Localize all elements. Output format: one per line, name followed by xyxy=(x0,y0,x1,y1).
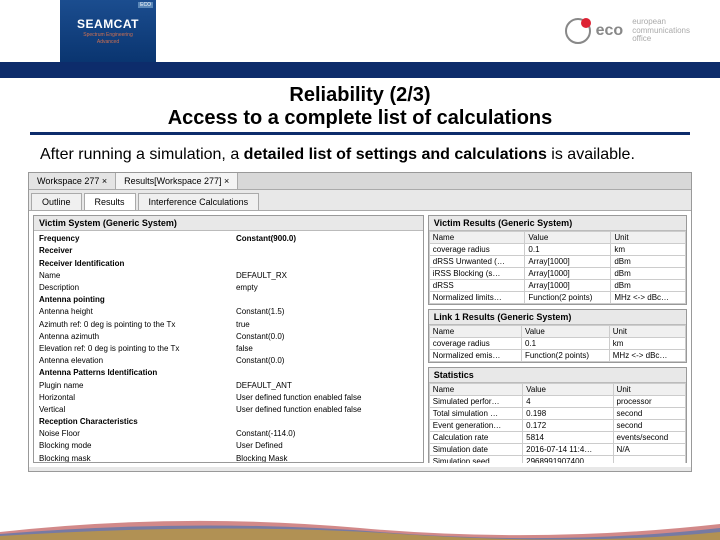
victim-results-table: NameValueUnitcoverage radius0.1kmdRSS Un… xyxy=(429,231,686,304)
settings-row: Descriptionempty xyxy=(34,282,423,294)
settings-row: Plugin nameDEFAULT_ANT xyxy=(34,379,423,391)
tab-workspace[interactable]: Workspace 277 × xyxy=(29,173,116,189)
tab-outline[interactable]: Outline xyxy=(31,193,82,210)
settings-row: Blocking modeUser Defined xyxy=(34,440,423,452)
settings-row: Antenna azimuthConstant(0.0) xyxy=(34,330,423,342)
logo-sub2: Advanced xyxy=(97,39,119,45)
content-area: Victim System (Generic System) Frequency… xyxy=(29,211,691,467)
tab-results-workspace[interactable]: Results[Workspace 277] × xyxy=(116,173,238,189)
logo-brand: SEAMCAT xyxy=(77,17,139,31)
eco-text: eco xyxy=(596,22,624,40)
seamcat-logo: ECO SEAMCAT Spectrum Engineering Advance… xyxy=(60,0,156,62)
slide-header: ECO SEAMCAT Spectrum Engineering Advance… xyxy=(0,0,720,78)
settings-row: Antenna Patterns Identification xyxy=(34,367,423,379)
victim-system-panel: Victim System (Generic System) Frequency… xyxy=(33,215,424,463)
table-row: dRSSArray[1000]dBm xyxy=(429,279,685,291)
link-results-box: Link 1 Results (Generic System) NameValu… xyxy=(428,309,687,363)
table-row: coverage radius0.1km xyxy=(429,337,685,349)
settings-row: VerticalUser defined function enabled fa… xyxy=(34,403,423,415)
settings-row: Elevation ref: 0 deg is pointing to the … xyxy=(34,342,423,354)
eco-logo: eco european communications office xyxy=(565,18,690,44)
link-results-title: Link 1 Results (Generic System) xyxy=(429,310,686,325)
settings-row: FrequencyConstant(900.0) xyxy=(34,233,423,245)
settings-row: Antenna pointing xyxy=(34,294,423,306)
table-row: Simulation seed2968991907400… xyxy=(429,455,685,463)
link-results-table: NameValueUnitcoverage radius0.1kmNormali… xyxy=(429,325,686,362)
table-row: Simulation date2016-07-14 11:4…N/A xyxy=(429,443,685,455)
table-row: iRSS Blocking (s…Array[1000]dBm xyxy=(429,267,685,279)
statistics-box: Statistics NameValueUnitSimulated perfor… xyxy=(428,367,687,463)
left-panel-title: Victim System (Generic System) xyxy=(34,216,423,231)
table-row: dRSS Unwanted (…Array[1000]dBm xyxy=(429,255,685,267)
sub-tabs: Outline Results Interference Calculation… xyxy=(29,190,691,211)
settings-row: Noise FloorConstant(-114.0) xyxy=(34,428,423,440)
right-panels: Victim Results (Generic System) NameValu… xyxy=(428,215,687,463)
table-row: coverage radius0.1km xyxy=(429,243,685,255)
title-line1: Reliability (2/3) xyxy=(30,84,690,107)
settings-row: Receiver xyxy=(34,245,423,257)
settings-row: Receiver Identification xyxy=(34,257,423,269)
settings-row: Reception Characteristics xyxy=(34,416,423,428)
footer-decoration xyxy=(0,512,720,540)
settings-row: Antenna heightConstant(1.5) xyxy=(34,306,423,318)
table-row: Normalized emis…Function(2 points)MHz <-… xyxy=(429,349,685,361)
table-row: Total simulation …0.198second xyxy=(429,407,685,419)
settings-row: Azimuth ref: 0 deg is pointing to the Tx… xyxy=(34,318,423,330)
table-row: Calculation rate5814events/second xyxy=(429,431,685,443)
tab-results[interactable]: Results xyxy=(84,193,136,210)
settings-row: HorizontalUser defined function enabled … xyxy=(34,391,423,403)
eco-circle-icon xyxy=(565,18,591,44)
logo-sub1: Spectrum Engineering xyxy=(83,32,132,38)
slide-title: Reliability (2/3) Access to a complete l… xyxy=(30,78,690,135)
slide-body: After running a simulation, a detailed l… xyxy=(0,135,720,172)
table-row: Normalized limits…Function(2 points)MHz … xyxy=(429,291,685,303)
statistics-title: Statistics xyxy=(429,368,686,383)
workspace-tabs: Workspace 277 × Results[Workspace 277] × xyxy=(29,173,691,190)
settings-row: Blocking maskBlocking Mask xyxy=(34,452,423,463)
settings-list: FrequencyConstant(900.0)ReceiverReceiver… xyxy=(34,231,423,463)
table-row: Event generation…0.172second xyxy=(429,419,685,431)
title-line2: Access to a complete list of calculation… xyxy=(30,107,690,130)
settings-row: NameDEFAULT_RX xyxy=(34,269,423,281)
tab-interference[interactable]: Interference Calculations xyxy=(138,193,260,210)
settings-row: Antenna elevationConstant(0.0) xyxy=(34,355,423,367)
table-row: Simulated perfor…4processor xyxy=(429,395,685,407)
victim-results-title: Victim Results (Generic System) xyxy=(429,216,686,231)
victim-results-box: Victim Results (Generic System) NameValu… xyxy=(428,215,687,305)
app-screenshot: Workspace 277 × Results[Workspace 277] ×… xyxy=(28,172,692,472)
logo-top-badge: ECO xyxy=(138,2,153,8)
statistics-table: NameValueUnitSimulated perfor…4processor… xyxy=(429,383,686,463)
